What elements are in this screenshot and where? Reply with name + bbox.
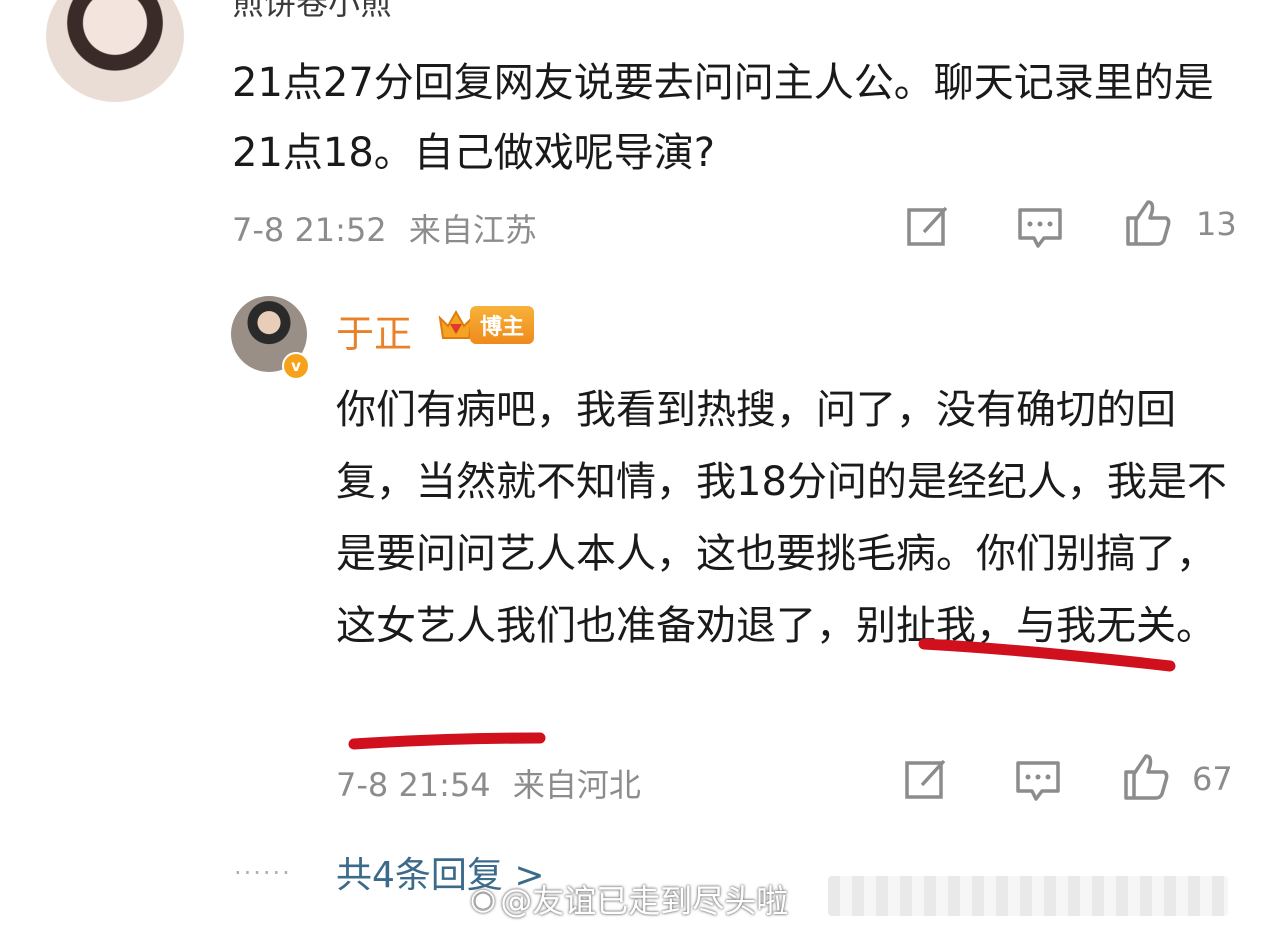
- thumbs-up-icon[interactable]: [1122, 752, 1170, 800]
- comment-meta: 7-8 21:52 来自江苏: [232, 205, 537, 251]
- verified-v-icon: v: [282, 352, 310, 380]
- share-icon[interactable]: [902, 755, 950, 803]
- watermark: ◉ @友谊已走到尽头啦: [470, 876, 788, 922]
- reply-meta: 7-8 21:54 来自河北: [336, 760, 641, 806]
- more-dots: ......: [234, 852, 292, 880]
- location: 来自江苏: [408, 211, 537, 249]
- avatar[interactable]: [46, 0, 184, 102]
- thumbs-up-icon[interactable]: [1124, 198, 1172, 246]
- watermark-text: @友谊已走到尽头啦: [500, 882, 789, 920]
- comment-text: 21点27分回复网友说要去问问主人公。聊天记录里的是21点18。自己做戏呢导演?: [232, 60, 1214, 176]
- username[interactable]: 于正: [336, 303, 412, 358]
- badge-label: 博主: [470, 306, 535, 344]
- blurred-area: [828, 876, 1228, 916]
- location: 来自河北: [512, 766, 641, 804]
- timestamp: 7-8 21:52: [232, 211, 387, 249]
- comment-icon[interactable]: [1016, 204, 1064, 252]
- weibo-logo-icon: ◉: [470, 881, 497, 917]
- blogger-badge: 博主: [436, 306, 535, 344]
- username[interactable]: 煎饼卷小煎: [232, 0, 392, 24]
- reply-text: 你们有病吧，我看到热搜，问了，没有确切的回复，当然就不知情，我18分问的是经纪人…: [336, 387, 1227, 649]
- comment-icon[interactable]: [1014, 757, 1062, 805]
- red-underline: [348, 732, 546, 750]
- red-underline: [918, 638, 1176, 672]
- share-icon[interactable]: [904, 202, 952, 250]
- timestamp: 7-8 21:54: [336, 766, 491, 804]
- like-count: 13: [1196, 205, 1237, 243]
- like-count: 67: [1192, 760, 1233, 798]
